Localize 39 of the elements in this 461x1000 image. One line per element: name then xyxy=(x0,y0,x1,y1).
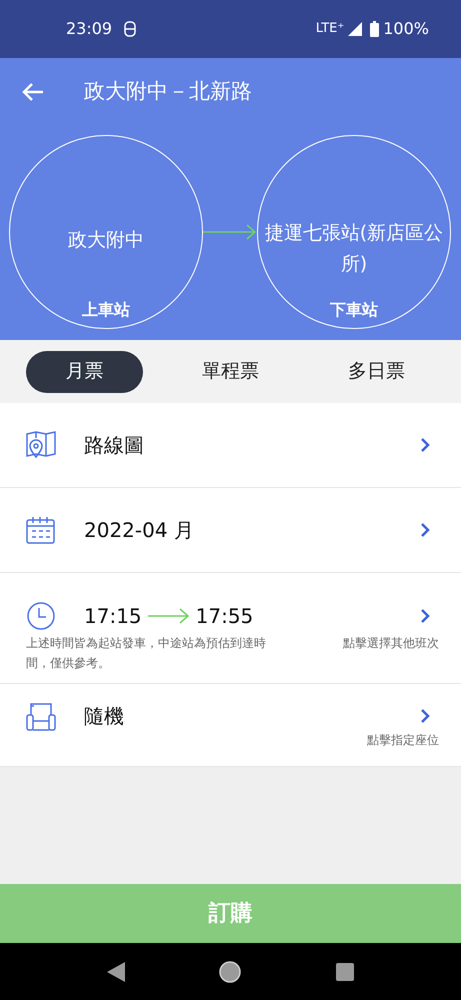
row-title: 路線圖 xyxy=(84,432,144,459)
chevron-right-icon xyxy=(420,608,430,624)
ticket-tab[interactable]: 單程票 xyxy=(172,350,289,392)
battery-icon xyxy=(370,21,380,37)
month-row[interactable]: 2022-04 月 xyxy=(0,488,461,573)
clock-icon xyxy=(26,601,56,631)
ticket-tab[interactable]: 多日票 xyxy=(318,350,435,392)
seat-hint: 點擊指定座位 xyxy=(367,732,439,749)
chevron-right-icon xyxy=(420,437,430,453)
notification-icon xyxy=(124,21,136,37)
time-arrow-icon xyxy=(148,608,190,624)
recents-icon[interactable] xyxy=(336,962,354,980)
stop-name: 捷運七張站(新店區公所) xyxy=(264,221,444,277)
chevron-right-icon xyxy=(420,522,430,538)
calendar-icon xyxy=(26,516,56,544)
seat-icon xyxy=(26,701,56,731)
map-pin-icon xyxy=(26,431,56,459)
schedule-hint: 點擊選擇其他班次 xyxy=(343,635,439,652)
route-map-row[interactable]: 路線圖 xyxy=(0,403,461,488)
stop-name: 政大附中 xyxy=(68,228,144,252)
chevron-right-icon xyxy=(420,708,430,724)
signal-icon xyxy=(348,22,362,36)
ticket-tab[interactable]: 月票 xyxy=(26,350,143,392)
battery-percent: 100% xyxy=(383,18,429,40)
stop-label: 下車站 xyxy=(330,299,378,321)
stop-label: 上車站 xyxy=(82,299,130,321)
page-title: 政大附中－北新路 xyxy=(84,78,252,106)
row-title: 2022-04 月 xyxy=(84,517,194,544)
row-title: 隨機 xyxy=(84,703,124,730)
status-time: 23:09 xyxy=(66,18,112,40)
network-type: LTE⁺ xyxy=(316,20,344,38)
depart-time: 17:15 xyxy=(84,603,142,630)
departure-time-row[interactable]: 17:15 17:55 上述時間皆為起站發車，中途站為預估到達時間，僅供參考。 點擊選擇其他班次 xyxy=(0,573,461,684)
arrive-time: 17:55 xyxy=(196,603,254,630)
route-arrow-icon xyxy=(203,224,257,240)
time-note: 上述時間皆為起站發車，中途站為預估到達時間，僅供參考。 xyxy=(26,635,267,672)
back-icon[interactable] xyxy=(107,962,126,982)
seat-row[interactable]: 隨機 點擊指定座位 xyxy=(0,684,461,767)
home-icon[interactable] xyxy=(219,960,242,982)
